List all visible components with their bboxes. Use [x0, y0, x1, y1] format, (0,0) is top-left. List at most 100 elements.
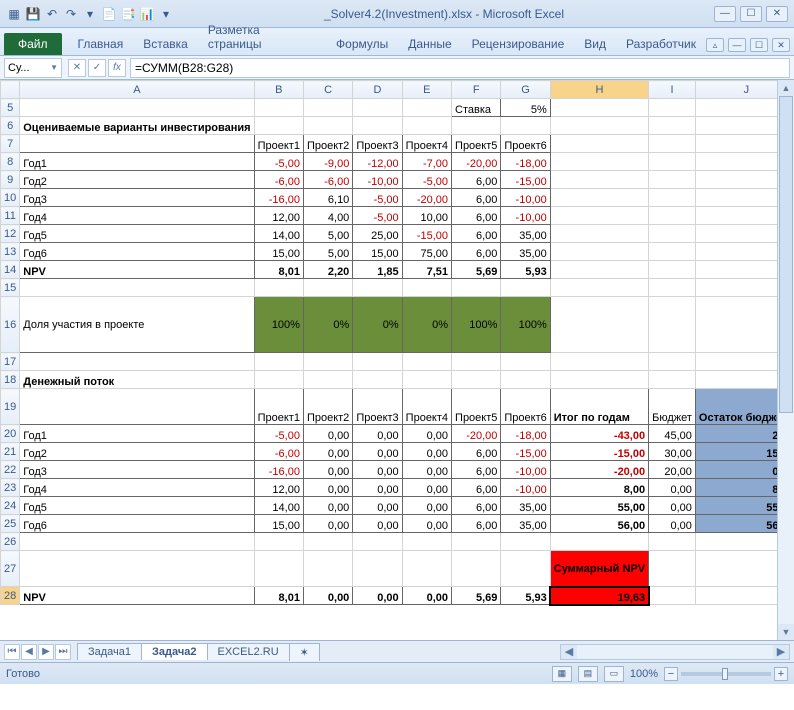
col-header-A[interactable]: A	[20, 81, 254, 99]
doc-min-button[interactable]: —	[728, 38, 746, 52]
cell-I25[interactable]: 0,00	[649, 515, 696, 533]
qat-more-icon[interactable]: ▾	[158, 6, 174, 22]
cell-D12[interactable]: 25,00	[353, 225, 402, 243]
cell-G15[interactable]	[501, 279, 550, 297]
cell-E23[interactable]: 0,00	[402, 479, 451, 497]
cell-F17[interactable]	[452, 353, 501, 371]
cell-F5[interactable]: Ставка	[452, 99, 501, 117]
cell-J18[interactable]	[695, 371, 777, 389]
cell-G6[interactable]	[501, 117, 550, 135]
zoom-level[interactable]: 100%	[630, 668, 658, 680]
cell-G9[interactable]: -15,00	[501, 171, 550, 189]
cell-F25[interactable]: 6,00	[452, 515, 501, 533]
minimize-button[interactable]: —	[714, 6, 736, 22]
cell-I26[interactable]	[649, 533, 696, 551]
ribbon-tab-home[interactable]: Главная	[68, 33, 134, 55]
cell-B9[interactable]: -6,00	[254, 171, 303, 189]
cell-G16[interactable]: 100%	[501, 297, 550, 353]
cell-E27[interactable]	[402, 551, 451, 587]
col-header-I[interactable]: I	[649, 81, 696, 99]
row-header-16[interactable]: 16	[1, 297, 20, 353]
cell-F10[interactable]: 6,00	[452, 189, 501, 207]
cell-C26[interactable]	[303, 533, 352, 551]
col-header-J[interactable]: J	[695, 81, 777, 99]
cell-C5[interactable]	[303, 99, 352, 117]
cell-E28[interactable]: 0,00	[402, 587, 451, 605]
cell-G8[interactable]: -18,00	[501, 153, 550, 171]
cell-C14[interactable]: 2,20	[303, 261, 352, 279]
cell-H7[interactable]	[550, 135, 648, 153]
sheet-tab-3[interactable]: EXCEL2.RU	[207, 643, 290, 660]
cell-J10[interactable]	[695, 189, 777, 207]
scroll-thumb[interactable]	[779, 96, 793, 413]
row-header-22[interactable]: 22	[1, 461, 20, 479]
row-header-15[interactable]: 15	[1, 279, 20, 297]
view-normal-button[interactable]: ▦	[552, 666, 572, 682]
cell-C27[interactable]	[303, 551, 352, 587]
cell-E24[interactable]: 0,00	[402, 497, 451, 515]
cell-A18[interactable]: Денежный поток	[20, 371, 254, 389]
cell-B22[interactable]: -16,00	[254, 461, 303, 479]
cell-H14[interactable]	[550, 261, 648, 279]
cell-H9[interactable]	[550, 171, 648, 189]
cell-I14[interactable]	[649, 261, 696, 279]
cell-I13[interactable]	[649, 243, 696, 261]
cell-J9[interactable]	[695, 171, 777, 189]
cell-J21[interactable]: 15,00	[695, 443, 777, 461]
cell-A24[interactable]: Год5	[20, 497, 254, 515]
cell-H20[interactable]: -43,00	[550, 425, 648, 443]
cell-J17[interactable]	[695, 353, 777, 371]
ribbon-tab-pagelayout[interactable]: Разметка страницы	[198, 19, 326, 55]
row-header-18[interactable]: 18	[1, 371, 20, 389]
select-all-corner[interactable]	[1, 81, 20, 99]
sheet-grid[interactable]: ABCDEFGHIJ5Ставка5%6Оцениваемые варианты…	[0, 80, 777, 640]
cell-C21[interactable]: 0,00	[303, 443, 352, 461]
cell-D27[interactable]	[353, 551, 402, 587]
row-header-23[interactable]: 23	[1, 479, 20, 497]
cell-C12[interactable]: 5,00	[303, 225, 352, 243]
cell-I27[interactable]	[649, 551, 696, 587]
cell-C19[interactable]: Проект2	[303, 389, 352, 425]
cell-H18[interactable]	[550, 371, 648, 389]
cell-I24[interactable]: 0,00	[649, 497, 696, 515]
cell-A9[interactable]: Год2	[20, 171, 254, 189]
cell-B15[interactable]	[254, 279, 303, 297]
scroll-down-icon[interactable]: ▼	[778, 624, 794, 640]
cell-F24[interactable]: 6,00	[452, 497, 501, 515]
cell-A10[interactable]: Год3	[20, 189, 254, 207]
cell-B25[interactable]: 15,00	[254, 515, 303, 533]
cell-J7[interactable]	[695, 135, 777, 153]
ribbon-tab-formulas[interactable]: Формулы	[326, 33, 398, 55]
row-header-24[interactable]: 24	[1, 497, 20, 515]
cell-C24[interactable]: 0,00	[303, 497, 352, 515]
cell-F19[interactable]: Проект5	[452, 389, 501, 425]
cell-H21[interactable]: -15,00	[550, 443, 648, 461]
cell-E21[interactable]: 0,00	[402, 443, 451, 461]
cell-G19[interactable]: Проект6	[501, 389, 550, 425]
cell-I7[interactable]	[649, 135, 696, 153]
cell-E26[interactable]	[402, 533, 451, 551]
cell-J8[interactable]	[695, 153, 777, 171]
cell-A23[interactable]: Год4	[20, 479, 254, 497]
qat-icon4[interactable]: 📊	[139, 6, 155, 22]
cell-E7[interactable]: Проект4	[402, 135, 451, 153]
cell-E8[interactable]: -7,00	[402, 153, 451, 171]
maximize-button[interactable]: ☐	[740, 6, 762, 22]
cell-E13[interactable]: 75,00	[402, 243, 451, 261]
scroll-right-icon[interactable]: ▶	[773, 645, 789, 659]
cell-J15[interactable]	[695, 279, 777, 297]
cell-C13[interactable]: 5,00	[303, 243, 352, 261]
cell-E9[interactable]: -5,00	[402, 171, 451, 189]
scroll-up-icon[interactable]: ▲	[778, 80, 794, 96]
row-header-13[interactable]: 13	[1, 243, 20, 261]
cell-A14[interactable]: NPV	[20, 261, 254, 279]
cell-C9[interactable]: -6,00	[303, 171, 352, 189]
cell-A20[interactable]: Год1	[20, 425, 254, 443]
cell-F7[interactable]: Проект5	[452, 135, 501, 153]
cell-D25[interactable]: 0,00	[353, 515, 402, 533]
row-header-9[interactable]: 9	[1, 171, 20, 189]
cell-J19[interactable]: Остаток бюджета	[695, 389, 777, 425]
col-header-F[interactable]: F	[452, 81, 501, 99]
cell-J13[interactable]	[695, 243, 777, 261]
row-header-14[interactable]: 14	[1, 261, 20, 279]
